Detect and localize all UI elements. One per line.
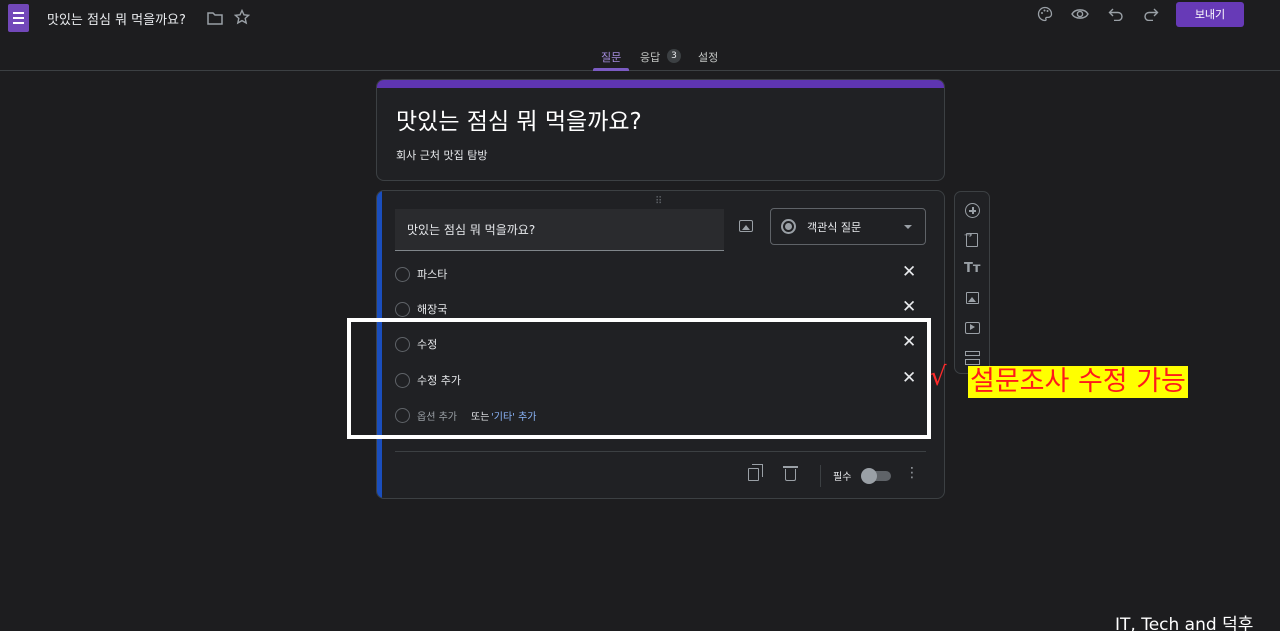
add-title-icon[interactable]: Tт (964, 260, 982, 278)
footer-separator (820, 465, 821, 487)
add-video-icon[interactable] (965, 322, 980, 334)
theme-stripe (377, 80, 944, 88)
add-image-icon[interactable] (739, 220, 753, 232)
send-button[interactable]: 보내기 (1176, 2, 1244, 27)
option-label[interactable]: 해장국 (417, 301, 447, 317)
chevron-down-icon (904, 225, 912, 229)
required-toggle[interactable] (861, 468, 891, 484)
tab-responses[interactable]: 응답 (640, 49, 660, 65)
star-icon[interactable] (234, 9, 250, 25)
redo-icon[interactable] (1143, 7, 1159, 21)
question-type-select[interactable]: 객관식 질문 (770, 208, 926, 245)
required-label: 필수 (833, 472, 852, 483)
responses-count-badge: 3 (667, 49, 681, 63)
undo-icon[interactable] (1108, 7, 1124, 21)
remove-option-icon[interactable]: ✕ (902, 262, 916, 282)
more-options-icon[interactable]: ⋮ (905, 466, 919, 480)
duplicate-icon[interactable] (748, 464, 763, 481)
forms-app-icon[interactable] (8, 4, 29, 32)
top-bar: 맛있는 점심 뭐 먹을까요? 보내기 (0, 0, 1280, 38)
footer-divider (395, 451, 926, 452)
question-text: 맛있는 점심 뭐 먹을까요? (407, 223, 536, 237)
radio-circle-icon (395, 302, 410, 317)
form-title[interactable]: 맛있는 점심 뭐 먹을까요? (396, 102, 642, 136)
annotation-note: 설문조사 수정 가능 (968, 366, 1188, 398)
add-section-icon[interactable] (965, 351, 980, 365)
tab-questions[interactable]: 질문 (601, 49, 621, 65)
eye-icon[interactable] (1071, 7, 1089, 21)
active-tab-indicator (593, 68, 629, 71)
tab-bar: 질문 응답 설정 (0, 44, 1280, 71)
add-image-icon[interactable] (966, 292, 979, 304)
import-questions-icon[interactable] (964, 230, 978, 247)
highlight-box (347, 318, 931, 439)
question-type-label: 객관식 질문 (807, 221, 862, 234)
option-row[interactable]: 파스타 ✕ (395, 262, 925, 286)
palette-icon[interactable] (1037, 6, 1053, 22)
watermark: IT, Tech and 덕후 (1115, 615, 1254, 631)
form-title-card[interactable]: 맛있는 점심 뭐 먹을까요? 회사 근처 맛집 탐방 (376, 79, 945, 181)
check-mark: √ (930, 362, 947, 392)
add-question-icon[interactable] (965, 203, 980, 218)
folder-icon[interactable] (207, 11, 223, 25)
document-title[interactable]: 맛있는 점심 뭐 먹을까요? (47, 9, 186, 28)
trash-icon[interactable] (783, 466, 798, 481)
option-label[interactable]: 파스타 (417, 266, 447, 282)
radio-circle-icon (395, 267, 410, 282)
question-input[interactable]: 맛있는 점심 뭐 먹을까요? (395, 209, 724, 251)
form-description[interactable]: 회사 근처 맛집 탐방 (396, 147, 487, 163)
radio-button-icon (781, 219, 796, 234)
remove-option-icon[interactable]: ✕ (902, 297, 916, 317)
drag-handle-icon[interactable]: ⠿ (655, 196, 663, 207)
tab-settings[interactable]: 설정 (698, 49, 718, 65)
floating-toolbar: Tт (954, 191, 990, 374)
